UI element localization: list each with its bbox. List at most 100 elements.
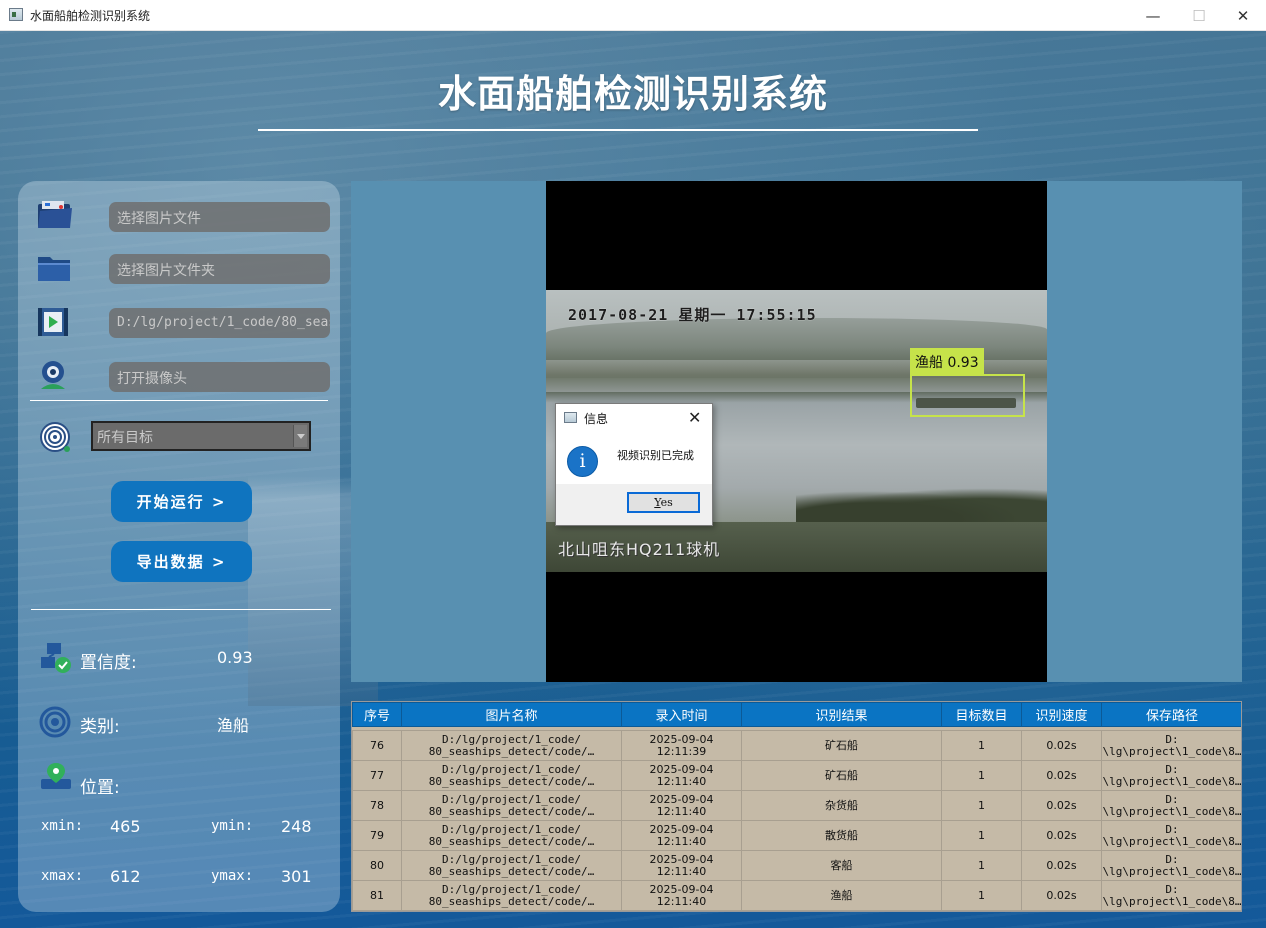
column-header-count[interactable]: 目标数目 [941, 702, 1022, 727]
cell-speed[interactable]: 0.02s [1021, 820, 1102, 851]
cell-speed[interactable]: 0.02s [1021, 790, 1102, 821]
column-header-time[interactable]: 录入时间 [621, 702, 742, 727]
image-file-input[interactable]: 选择图片文件 [109, 202, 330, 232]
cell-count[interactable]: 1 [941, 820, 1022, 851]
cell-id-line: 77 [370, 768, 384, 782]
column-header-result[interactable]: 识别结果 [741, 702, 942, 727]
cell-save-path[interactable]: D: \lg\project\1_code\8… [1101, 790, 1242, 821]
table-row[interactable]: 80 D:/lg/project/1_code/80_seaships_detec… [352, 850, 1241, 881]
image-folder-input[interactable]: 选择图片文件夹 [109, 254, 330, 284]
cell-id-line: 81 [370, 888, 384, 902]
cell-entry-time[interactable]: 2025-09-04 12:11:40 [621, 790, 742, 821]
close-icon[interactable]: ✕ [688, 408, 701, 427]
cell-speed[interactable]: 0.02s [1021, 850, 1102, 881]
cell-result[interactable]: 矿石船 [741, 760, 942, 791]
cell-save-path-line: \lg\project\1_code\8… [1102, 894, 1242, 908]
cell-save-path[interactable]: D: \lg\project\1_code\8… [1101, 850, 1241, 881]
cell-image-name-line: 80_seaships_detect/code/… [428, 864, 595, 878]
cell-id[interactable]: 79 [352, 820, 402, 851]
cell-result[interactable]: 矿石船 [741, 730, 942, 761]
cell-image-name[interactable]: D:/lg/project/1_code/80_seaships_detect/… [401, 880, 622, 911]
cell-image-name[interactable]: D:/lg/project/1_code/80_seaships_detect/… [401, 760, 622, 791]
position-label: 位置: [80, 778, 120, 798]
cell-count[interactable]: 1 [941, 880, 1022, 911]
table-row[interactable]: 81 D:/lg/project/1_code/80_seaships_detec… [352, 880, 1242, 911]
cell-image-name-line: D:/lg/project/1_code/ [441, 882, 582, 896]
cell-entry-time-line: 12:11:40 [656, 774, 707, 788]
cell-result[interactable]: 渔船 [741, 880, 942, 911]
cell-save-path[interactable]: D: \lg\project\1_code\8… [1101, 760, 1241, 791]
cell-count-line: 1 [978, 888, 985, 902]
target-select[interactable]: 所有目标 [91, 421, 311, 451]
folder-icon[interactable] [36, 251, 74, 285]
cell-result[interactable]: 散货船 [741, 820, 942, 851]
cell-save-path-line: \lg\project\1_code\8… [1102, 804, 1242, 818]
confidence-icon [39, 641, 77, 675]
column-header-id[interactable]: 序号 [352, 702, 402, 727]
dialog-message: 视频识别已完成 [617, 449, 694, 462]
cell-image-name[interactable]: D:/lg/project/1_code/80_seaships_detect/… [401, 820, 622, 851]
cell-entry-time[interactable]: 2025-09-04 12:11:39 [621, 730, 742, 761]
cell-result-line: 矿石船 [825, 738, 858, 752]
camera-icon[interactable] [36, 359, 74, 393]
cell-result[interactable]: 杂货船 [741, 790, 942, 821]
column-header-path[interactable]: 保存路径 [1101, 702, 1241, 727]
video-file-input[interactable]: D:/lg/project/1_code/80_seaships [109, 308, 330, 338]
cell-count[interactable]: 1 [941, 730, 1022, 761]
video-icon[interactable] [36, 305, 74, 339]
cell-speed[interactable]: 0.02s [1021, 730, 1102, 761]
cell-image-name[interactable]: D:/lg/project/1_code/80_seaships_detect/… [401, 730, 622, 761]
chevron-down-icon[interactable] [293, 425, 307, 447]
cell-save-path[interactable]: D: \lg\project\1_code\8… [1101, 820, 1241, 851]
close-window-button[interactable]: ✕ [1220, 0, 1266, 31]
dialog-footer: Yes [556, 484, 712, 525]
cell-entry-time[interactable]: 2025-09-04 12:11:40 [621, 820, 742, 851]
cell-image-name-line: 80_seaships_detect/code/… [428, 834, 595, 848]
cell-save-path[interactable]: D: \lg\project\1_code\8… [1101, 880, 1242, 911]
table-row[interactable]: 76 D:/lg/project/1_code/80_seaships_detec… [352, 730, 1241, 761]
cell-count[interactable]: 1 [941, 850, 1022, 881]
maximize-button[interactable]: ☐ [1176, 0, 1222, 31]
cell-image-name-line: 80_seaships_detect/code/… [428, 774, 595, 788]
start-button[interactable]: 开始运行 > [111, 481, 252, 522]
cell-image-name[interactable]: D:/lg/project/1_code/80_seaships_detect/… [401, 850, 622, 881]
cell-result-line: 散货船 [825, 828, 858, 842]
column-header-speed[interactable]: 识别速度 [1021, 702, 1102, 727]
cell-entry-time[interactable]: 2025-09-04 12:11:40 [621, 850, 742, 881]
column-header-name[interactable]: 图片名称 [401, 702, 622, 727]
cell-entry-time[interactable]: 2025-09-04 12:11:40 [621, 760, 742, 791]
cell-id[interactable]: 76 [352, 730, 402, 761]
cell-save-path-line: D: [1165, 732, 1179, 746]
camera-input[interactable]: 打开摄像头 [109, 362, 330, 392]
cell-result-line: 渔船 [830, 888, 853, 902]
open-file-icon[interactable] [36, 199, 74, 233]
table-row[interactable]: 78 D:/lg/project/1_code/80_seaships_detec… [352, 790, 1242, 821]
table-row[interactable]: 77 D:/lg/project/1_code/80_seaships_detec… [352, 760, 1241, 791]
cell-speed-line: 0.02s [1046, 738, 1077, 752]
xmax-value: 612 [110, 867, 141, 886]
cell-save-path[interactable]: D: \lg\project\1_code\8… [1101, 730, 1241, 761]
video-location: 北山咀东HQ211球机 [558, 540, 721, 559]
detection-box [910, 374, 1025, 417]
cell-speed[interactable]: 0.02s [1021, 880, 1102, 911]
cell-speed[interactable]: 0.02s [1021, 760, 1102, 791]
video-display: 2017-08-21 星期一 17:55:15 北山咀东HQ211球机 渔船 0… [351, 181, 1242, 682]
cell-id[interactable]: 81 [352, 880, 402, 911]
control-panel: 选择图片文件 选择图片文件夹 D:/lg/project/1_code/80_s… [18, 181, 378, 912]
yes-button[interactable]: Yes [627, 492, 700, 513]
cell-id[interactable]: 77 [352, 760, 402, 791]
target-select-value: 所有目标 [97, 430, 153, 446]
cell-count[interactable]: 1 [941, 760, 1022, 791]
cell-entry-time[interactable]: 2025-09-04 12:11:40 [621, 880, 742, 911]
ymin-value: 248 [281, 817, 312, 836]
export-button[interactable]: 导出数据 > [111, 541, 252, 582]
panel-divider-2 [31, 609, 331, 610]
cell-save-path-line: D: [1165, 762, 1179, 776]
cell-id[interactable]: 80 [352, 850, 402, 881]
minimize-button[interactable]: — [1130, 0, 1176, 31]
cell-count[interactable]: 1 [941, 790, 1022, 821]
table-row[interactable]: 79 D:/lg/project/1_code/80_seaships_detec… [352, 820, 1241, 851]
cell-result[interactable]: 客船 [741, 850, 942, 881]
cell-image-name[interactable]: D:/lg/project/1_code/80_seaships_detect/… [401, 790, 622, 821]
cell-id[interactable]: 78 [352, 790, 402, 821]
